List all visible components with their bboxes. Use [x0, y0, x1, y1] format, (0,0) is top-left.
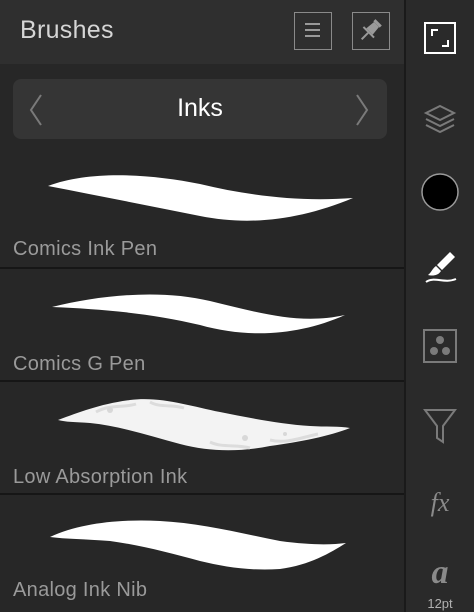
chevron-right-icon[interactable]: [351, 93, 371, 127]
brush-name: Comics G Pen: [13, 353, 146, 375]
brush-item-comics-ink-pen[interactable]: Comics Ink Pen: [0, 152, 404, 267]
color-button[interactable]: [406, 162, 474, 218]
brush-item-analog-ink-nib[interactable]: Analog Ink Nib: [0, 495, 404, 612]
pin-icon: [360, 19, 382, 41]
panel-title: Brushes: [20, 16, 114, 44]
brush-name: Low Absorption Ink: [13, 466, 188, 488]
fullscreen-icon: [424, 22, 456, 54]
font-icon: a: [431, 554, 449, 591]
panel-header: Brushes: [0, 0, 404, 64]
brushes-tool-button[interactable]: [406, 236, 474, 292]
brush-name: Analog Ink Nib: [13, 579, 148, 601]
effects-button[interactable]: fx: [406, 478, 474, 534]
right-toolbar: fx a 12pt: [404, 0, 474, 612]
color-swatch-icon: [421, 173, 459, 211]
category-selector[interactable]: Inks: [13, 79, 387, 139]
fullscreen-button[interactable]: [406, 10, 474, 66]
filter-button[interactable]: [406, 396, 474, 452]
filter-funnel-icon: [423, 409, 457, 444]
brush-item-low-absorption-ink[interactable]: Low Absorption Ink: [0, 382, 404, 493]
brushes-panel: Brushes Inks Comics Ink Pen Comics G Pen…: [0, 0, 404, 612]
brush-item-comics-g-pen[interactable]: Comics G Pen: [0, 269, 404, 380]
layers-button[interactable]: [406, 92, 474, 148]
fx-icon: fx: [430, 488, 450, 517]
brush-stroke-preview: [50, 520, 346, 570]
adjustments-button[interactable]: [406, 318, 474, 374]
brush-icon: [425, 252, 457, 283]
list-menu-icon: [305, 23, 320, 37]
brush-stroke-preview: [52, 294, 345, 334]
pin-button[interactable]: [352, 12, 390, 50]
brush-name: Comics Ink Pen: [13, 238, 158, 260]
tint-dots-icon: [423, 329, 457, 363]
category-label: Inks: [177, 94, 223, 122]
font-size-label: 12pt: [427, 596, 453, 611]
brush-stroke-preview: [48, 175, 353, 221]
brush-stroke-preview: [58, 399, 350, 451]
layers-icon: [423, 104, 457, 134]
menu-button[interactable]: [294, 12, 332, 50]
